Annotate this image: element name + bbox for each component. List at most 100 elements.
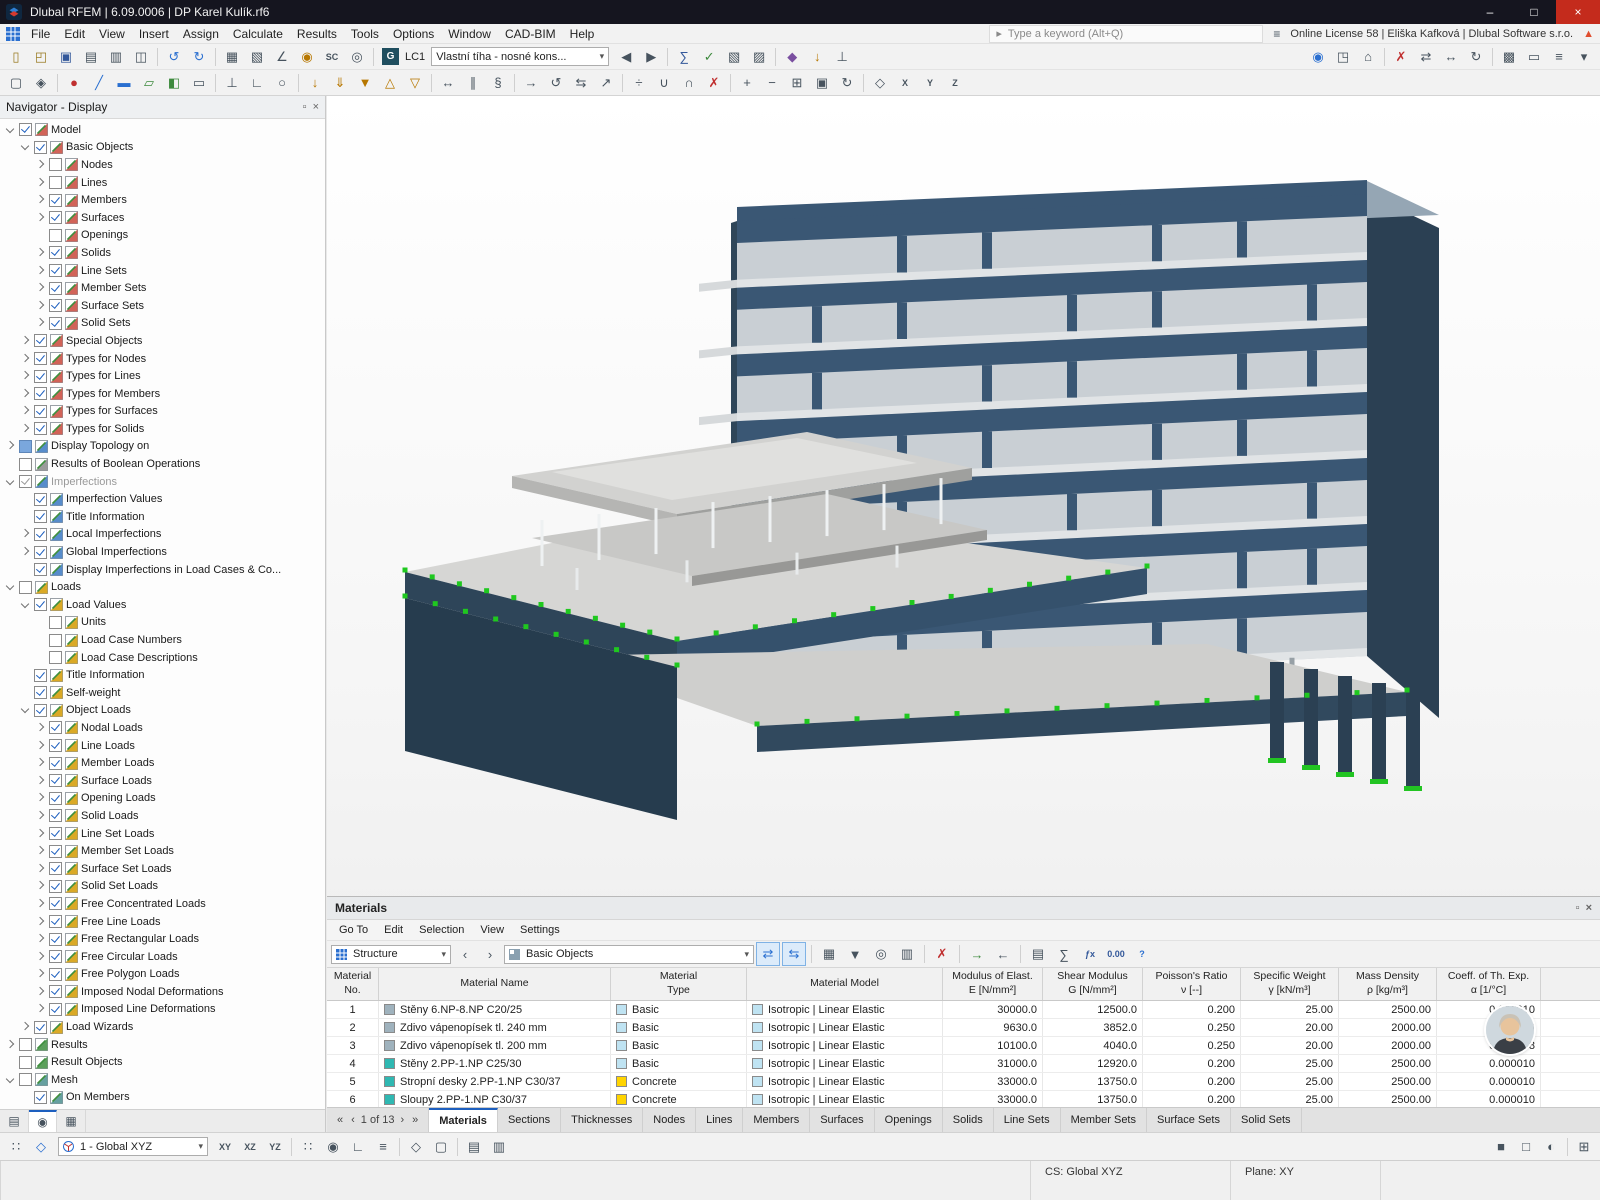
clipping-box-icon[interactable]: ◳ (1331, 45, 1355, 69)
table-row[interactable]: 4 Stěny 2.PP-1.NP C25/30 Basic Isotropic | … (327, 1055, 1600, 1073)
tree-item-load-case-numbers[interactable]: Load Case Numbers (0, 631, 325, 649)
solid-render-icon[interactable]: ■ (1489, 1135, 1513, 1159)
table-tab-lines[interactable]: Lines (696, 1108, 744, 1132)
zoom-fit-icon[interactable]: ▣ (810, 71, 834, 95)
tree-checkbox[interactable] (34, 140, 47, 154)
table-tab-openings[interactable]: Openings (875, 1108, 943, 1132)
tree-item-display-topology-on[interactable]: Display Topology on (0, 438, 325, 456)
tree-checkbox[interactable] (34, 703, 47, 717)
tree-item-openings[interactable]: Openings (0, 227, 325, 245)
new-table-icon[interactable]: ▦ (220, 45, 244, 69)
table-tab-sections[interactable]: Sections (498, 1108, 562, 1132)
expand-arrow-icon[interactable] (35, 793, 45, 802)
tree-item-on-members[interactable]: On Members (0, 1089, 325, 1107)
tree-item-nodal-loads[interactable]: Nodal Loads (0, 719, 325, 737)
member-hinge-icon[interactable]: ○ (270, 71, 294, 95)
tree-item-free-rectangular-loads[interactable]: Free Rectangular Loads (0, 930, 325, 948)
fx-icon[interactable]: ƒx (1078, 942, 1102, 966)
render-mode-icon[interactable]: ◆ (780, 45, 804, 69)
tree-checkbox[interactable] (49, 193, 62, 207)
plane-xy-icon[interactable]: XY (213, 1135, 237, 1159)
sync-selection-icon[interactable]: ⇄ (756, 942, 780, 966)
move-icon[interactable]: ↔ (1439, 45, 1463, 69)
plane-yz-icon[interactable]: YZ (263, 1135, 287, 1159)
tree-item-line-loads[interactable]: Line Loads (0, 737, 325, 755)
minimize-button[interactable]: – (1468, 0, 1512, 24)
tree-checkbox[interactable] (34, 563, 47, 577)
tree-checkbox[interactable] (49, 281, 62, 295)
materials-menu-settings[interactable]: Settings (512, 922, 568, 938)
move-copy-icon[interactable]: → (519, 71, 543, 95)
tree-item-nodes[interactable]: Nodes (0, 156, 325, 174)
table-tab-member-sets[interactable]: Member Sets (1061, 1108, 1147, 1132)
navigator-tab-data[interactable]: ▤ (0, 1110, 29, 1132)
tree-item-surface-loads[interactable]: Surface Loads (0, 772, 325, 790)
measure-icon[interactable]: ∠ (270, 45, 294, 69)
recenter-icon[interactable]: ◎ (345, 45, 369, 69)
expand-arrow-icon[interactable] (35, 757, 45, 767)
expand-arrow-icon[interactable] (35, 845, 45, 855)
tree-checkbox[interactable] (49, 299, 62, 313)
insert-opening-icon[interactable]: ▭ (187, 71, 211, 95)
snap-toggle-icon[interactable]: ◉ (321, 1135, 345, 1159)
notification-icon[interactable]: ▲ (1583, 28, 1594, 40)
tree-checkbox[interactable] (34, 527, 47, 541)
collapse-arrow-icon[interactable] (5, 124, 15, 134)
tree-item-self-weight[interactable]: Self-weight (0, 684, 325, 702)
menu-view[interactable]: View (92, 25, 132, 43)
tree-item-member-loads[interactable]: Member Loads (0, 754, 325, 772)
tree-checkbox[interactable] (49, 932, 62, 946)
tree-checkbox[interactable] (49, 950, 62, 964)
tree-item-free-circular-loads[interactable]: Free Circular Loads (0, 948, 325, 966)
first-page-icon[interactable]: « (335, 1114, 345, 1126)
expand-arrow-icon[interactable] (35, 881, 45, 890)
print-graphic-icon[interactable]: ▤ (79, 45, 103, 69)
tree-checkbox[interactable] (19, 439, 32, 453)
plane-xz-icon[interactable]: XZ (238, 1135, 262, 1159)
column-header--[interactable]: Poisson's Ratio ν [--] (1143, 968, 1241, 1000)
materials-menu-selection[interactable]: Selection (411, 922, 472, 938)
tree-item-line-set-loads[interactable]: Line Set Loads (0, 825, 325, 843)
table-row[interactable]: 2 Zdivo vápenopísek tl. 240 mm Basic Isotro… (327, 1019, 1600, 1037)
tree-item-display-imperfections-in-load-cases-co-[interactable]: Display Imperfections in Load Cases & Co… (0, 561, 325, 579)
tree-checkbox[interactable] (49, 211, 62, 225)
expand-arrow-icon[interactable] (35, 898, 45, 908)
expand-arrow-icon[interactable] (35, 282, 45, 292)
previous-load-case-icon[interactable]: ◀ (614, 45, 638, 69)
tree-item-solid-loads[interactable]: Solid Loads (0, 807, 325, 825)
tree-item-load-values[interactable]: Load Values (0, 596, 325, 614)
rotate-icon[interactable]: ↻ (1464, 45, 1488, 69)
next-table-icon[interactable]: › (478, 942, 502, 966)
table-row[interactable]: 6 Sloupy 2.PP-1.NP C30/37 Concrete Isotropi… (327, 1091, 1600, 1107)
tree-checkbox[interactable] (34, 510, 47, 524)
navigator-tab-display[interactable]: ◉ (29, 1110, 57, 1132)
tree-checkbox[interactable] (49, 228, 62, 242)
tree-checkbox[interactable] (34, 598, 47, 612)
surface-load-icon[interactable]: ▼ (353, 71, 377, 95)
sections-icon[interactable]: ∥ (461, 71, 485, 95)
table-tab-solids[interactable]: Solids (943, 1108, 994, 1132)
open-model-icon[interactable]: ◰ (29, 45, 53, 69)
tree-checkbox[interactable] (34, 1090, 47, 1104)
snap-grid-icon[interactable]: ∷ (4, 1135, 28, 1159)
nodal-support-icon[interactable]: ⊥ (220, 71, 244, 95)
collapse-arrow-icon[interactable] (5, 476, 15, 485)
table-row[interactable]: 5 Stropní desky 2.PP-1.NP C30/37 Concrete I… (327, 1073, 1600, 1091)
help-icon[interactable]: ? (1130, 942, 1154, 966)
insert-member-icon[interactable]: ▬ (112, 71, 136, 95)
column-header-material-name[interactable]: Material Name (379, 968, 611, 1000)
find-icon[interactable]: ◎ (869, 942, 893, 966)
tree-item-imperfections[interactable]: Imperfections (0, 473, 325, 491)
column-header-no-[interactable]: Material No. (327, 968, 379, 1000)
expand-arrow-icon[interactable] (20, 388, 30, 397)
select-special-icon[interactable]: ◈ (29, 71, 53, 95)
menu-window[interactable]: Window (441, 25, 498, 43)
menu-calculate[interactable]: Calculate (226, 25, 290, 43)
tree-item-units[interactable]: Units (0, 614, 325, 632)
tree-item-opening-loads[interactable]: Opening Loads (0, 790, 325, 808)
expand-arrow-icon[interactable] (5, 1039, 15, 1048)
table-view-icon[interactable]: ▦ (817, 942, 841, 966)
tree-item-types-for-solids[interactable]: Types for Solids (0, 420, 325, 438)
tree-checkbox[interactable] (19, 1073, 32, 1087)
tree-checkbox[interactable] (49, 264, 62, 278)
